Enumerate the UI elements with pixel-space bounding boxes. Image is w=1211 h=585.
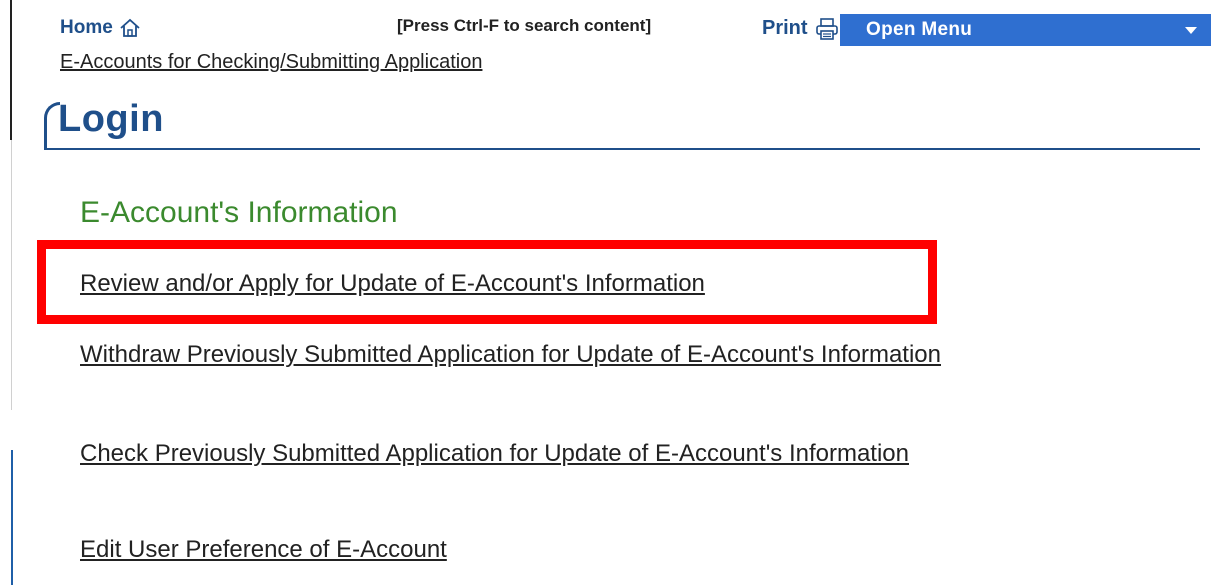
- open-menu-button[interactable]: Open Menu: [840, 14, 1211, 46]
- print-link[interactable]: Print: [762, 17, 839, 40]
- left-edge-accent: [11, 450, 13, 585]
- home-label: Home: [60, 17, 113, 38]
- check-application-link[interactable]: Check Previously Submitted Application f…: [80, 438, 1040, 470]
- top-toolbar: Home [Press Ctrl-F to search content] Pr…: [60, 14, 1211, 46]
- open-menu-label: Open Menu: [866, 19, 973, 40]
- withdraw-application-link[interactable]: Withdraw Previously Submitted Applicatio…: [80, 339, 1040, 371]
- print-label: Print: [762, 17, 808, 39]
- search-hint: [Press Ctrl-F to search content]: [397, 16, 652, 35]
- edit-preference-link[interactable]: Edit User Preference of E-Account: [80, 534, 447, 566]
- section-heading: E-Account's Information: [80, 196, 398, 229]
- breadcrumb-link[interactable]: E-Accounts for Checking/Submitting Appli…: [60, 51, 482, 74]
- page-title: Login: [58, 98, 164, 140]
- title-underline: [44, 148, 1200, 150]
- left-edge-divider-light: [11, 140, 12, 410]
- review-update-link[interactable]: Review and/or Apply for Update of E-Acco…: [80, 268, 705, 300]
- page: Home [Press Ctrl-F to search content] Pr…: [0, 0, 1211, 585]
- home-link[interactable]: Home: [60, 17, 141, 39]
- left-edge-divider: [10, 0, 12, 140]
- printer-icon: [815, 17, 839, 40]
- page-title-block: Login: [44, 98, 1200, 150]
- home-icon: [119, 18, 141, 38]
- chevron-down-icon: [1185, 26, 1197, 34]
